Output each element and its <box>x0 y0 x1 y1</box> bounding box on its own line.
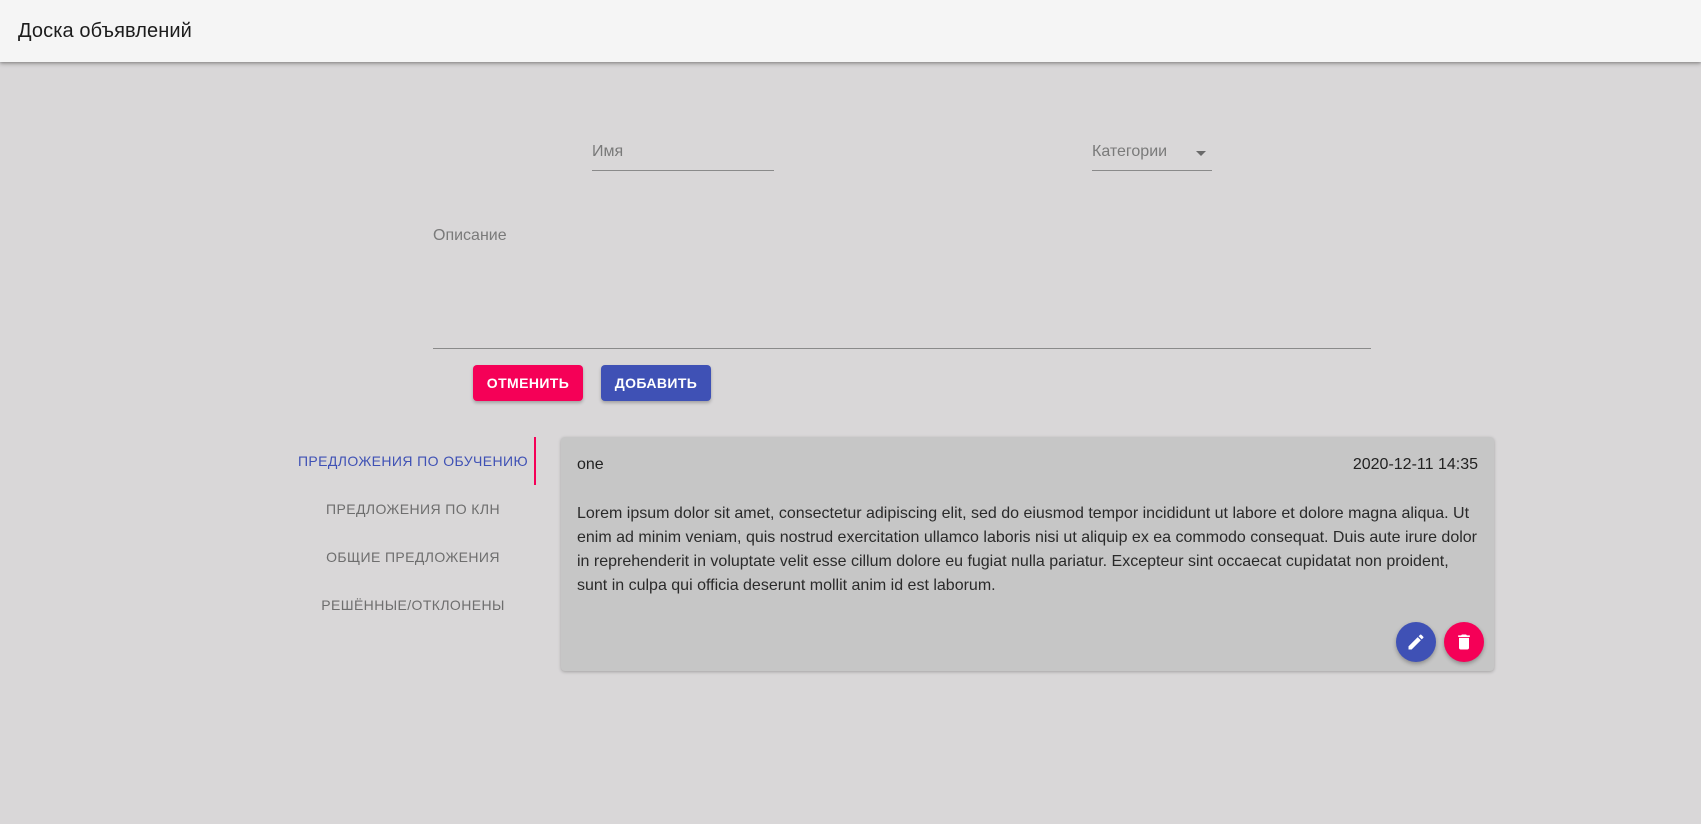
description-label: Описание <box>433 227 507 244</box>
description-underline <box>433 348 1371 349</box>
card-body: Lorem ipsum dolor sit amet, consectetur … <box>577 505 1477 594</box>
tab-general-proposals[interactable]: ОБЩИЕ ПРЕДЛОЖЕНИЯ <box>290 533 536 581</box>
announcement-card: one 2020-12-11 14:35 Lorem ipsum dolor s… <box>561 437 1494 671</box>
app-title: Доска объявлений <box>18 19 192 42</box>
name-input[interactable]: Имя <box>592 143 774 171</box>
app-bar: Доска объявлений <box>0 0 1701 62</box>
delete-button[interactable] <box>1444 622 1484 662</box>
pencil-icon <box>1408 634 1424 650</box>
edit-button[interactable] <box>1396 622 1436 662</box>
name-input-underline <box>592 170 774 171</box>
add-button[interactable]: ДОБАВИТЬ <box>601 365 711 401</box>
cancel-button[interactable]: ОТМЕНИТЬ <box>473 365 583 401</box>
tab-training-proposals[interactable]: ПРЕДЛОЖЕНИЯ ПО ОБУЧЕНИЮ <box>290 437 536 485</box>
category-select-underline <box>1092 170 1212 171</box>
card-date: 2020-12-11 14:35 <box>1352 456 1478 473</box>
description-textarea[interactable]: Описание <box>433 227 1371 349</box>
category-tabs: ПРЕДЛОЖЕНИЯ ПО ОБУЧЕНИЮ ПРЕДЛОЖЕНИЯ ПО К… <box>290 437 536 629</box>
category-select[interactable]: Категории <box>1092 143 1212 171</box>
dropdown-arrow-icon <box>1196 151 1206 156</box>
category-select-label: Категории <box>1092 143 1168 160</box>
name-input-label: Имя <box>592 143 624 160</box>
card-title: one <box>577 456 604 473</box>
tab-kln-proposals[interactable]: ПРЕДЛОЖЕНИЯ ПО КЛН <box>290 485 536 533</box>
tab-resolved-rejected[interactable]: РЕШЁННЫЕ/ОТКЛОНЕНЫ <box>290 581 536 629</box>
trash-icon <box>1458 634 1470 650</box>
